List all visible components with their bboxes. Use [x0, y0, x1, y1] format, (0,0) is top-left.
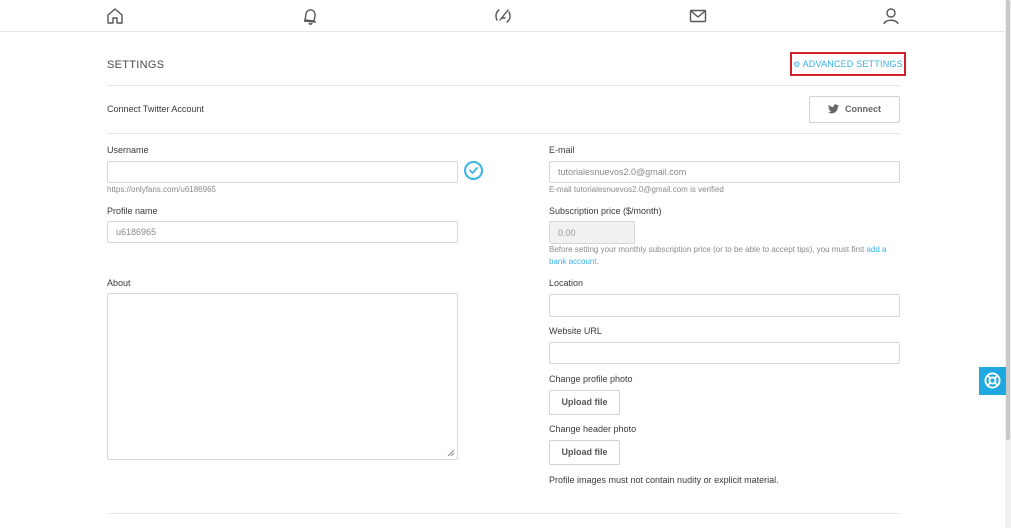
page-title: SETTINGS	[107, 59, 165, 71]
header-photo-label: Change header photo	[549, 424, 637, 434]
website-url-label: Website URL	[549, 326, 602, 336]
location-input[interactable]	[549, 294, 900, 317]
email-verified-hint: E-mail tutorialesnuevos2.0@gmail.com is …	[549, 185, 724, 194]
notifications-icon[interactable]	[300, 6, 320, 26]
profile-url-hint: https://onlyfans.com/u6186965	[107, 185, 216, 194]
verified-check-icon	[464, 161, 483, 180]
about-label: About	[107, 278, 131, 288]
connect-label: Connect	[845, 104, 881, 114]
help-button[interactable]	[979, 367, 1006, 395]
profile-photo-label: Change profile photo	[549, 374, 633, 384]
profile-icon[interactable]	[881, 6, 901, 26]
subscription-price-label: Subscription price ($/month)	[549, 206, 662, 216]
resize-handle-icon[interactable]	[447, 449, 455, 457]
email-input[interactable]	[549, 161, 900, 183]
email-label: E-mail	[549, 145, 575, 155]
profile-name-input[interactable]	[107, 221, 458, 243]
upload-header-photo-button[interactable]: Upload file	[549, 440, 620, 465]
subscription-price-hint: Before setting your monthly subscription…	[549, 244, 904, 268]
advanced-settings-label: ADVANCED SETTINGS	[802, 59, 903, 69]
images-policy-note: Profile images must not contain nudity o…	[549, 475, 779, 485]
twitter-connect-label: Connect Twitter Account	[107, 104, 204, 114]
username-label: Username	[107, 145, 149, 155]
new-post-icon[interactable]	[493, 6, 513, 26]
lifebuoy-icon	[984, 372, 1001, 389]
website-url-input[interactable]	[549, 342, 900, 364]
connect-twitter-button[interactable]: Connect	[809, 96, 900, 123]
about-textarea[interactable]	[107, 293, 458, 460]
twitter-icon	[828, 104, 839, 114]
home-icon[interactable]	[105, 6, 125, 26]
upload-profile-photo-button[interactable]: Upload file	[549, 390, 620, 415]
top-navigation	[0, 0, 1005, 32]
advanced-settings-button[interactable]: ⚙ ADVANCED SETTINGS	[790, 52, 906, 76]
gear-icon: ⚙	[793, 60, 801, 69]
divider	[107, 133, 900, 134]
divider	[107, 85, 900, 86]
scrollbar-thumb[interactable]	[1006, 0, 1010, 440]
messages-icon[interactable]	[688, 6, 708, 26]
subscription-price-input[interactable]	[549, 221, 635, 244]
price-hint-text: Before setting your monthly subscription…	[549, 245, 867, 254]
price-hint-end: .	[596, 257, 599, 266]
divider	[107, 513, 900, 514]
location-label: Location	[549, 278, 584, 288]
username-input[interactable]	[107, 161, 458, 183]
profile-name-label: Profile name	[107, 206, 158, 216]
